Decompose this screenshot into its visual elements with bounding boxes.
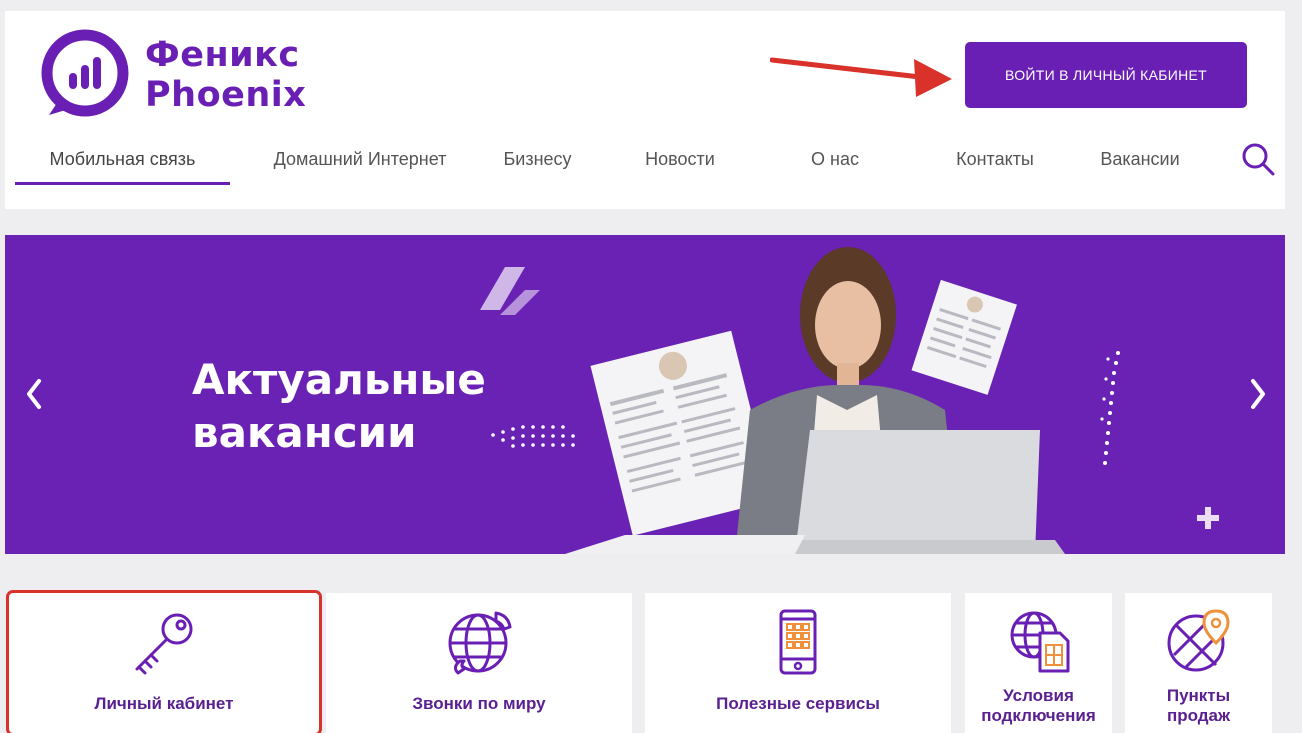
card-personal-account-label: Личный кабинет: [94, 694, 234, 713]
globe-sim-icon: [1010, 611, 1069, 673]
globe-phone-icon: [448, 611, 512, 675]
nav-item-vacancies[interactable]: Вакансии: [1090, 131, 1190, 185]
logo[interactable]: Феникс Phoenix: [41, 29, 341, 119]
nav-item-home-internet[interactable]: Домашний Интернет: [255, 131, 465, 185]
login-button[interactable]: ВОЙТИ В ЛИЧНЫЙ КАБИНЕТ: [965, 42, 1247, 108]
card-useful-services-label: Полезные сервисы: [716, 694, 880, 713]
slider-prev-icon[interactable]: [21, 377, 47, 411]
banner-title: Актуальные вакансии: [192, 353, 486, 459]
card-connection-terms-label: Условия подключения: [965, 686, 1112, 726]
logo-name-en: Phoenix: [145, 75, 307, 115]
banner-title-line2: вакансии: [192, 408, 417, 457]
site-header: Феникс Phoenix ВОЙТИ В ЛИЧНЫЙ КАБИНЕТ Мо…: [5, 11, 1285, 209]
card-sales-points[interactable]: Пункты продаж: [1125, 593, 1272, 733]
key-icon: [135, 613, 193, 675]
card-sales-points-line1: Пункты: [1166, 686, 1231, 705]
logo-mark-icon: [41, 29, 129, 117]
card-personal-account[interactable]: Личный кабинет: [6, 590, 322, 733]
card-world-calls-label: Звонки по миру: [412, 694, 546, 713]
quick-links: Личный кабинет Звонки по миру Полезные с…: [0, 585, 1302, 733]
card-world-calls[interactable]: Звонки по миру: [326, 593, 632, 733]
nav-item-news[interactable]: Новости: [625, 131, 735, 185]
card-sales-points-label: Пункты продаж: [1125, 686, 1272, 726]
nav-item-contacts[interactable]: Контакты: [940, 131, 1050, 185]
annotation-arrow-icon: [770, 57, 952, 97]
card-connection-terms[interactable]: Условия подключения: [965, 593, 1112, 733]
card-connection-terms-line2: подключения: [981, 706, 1096, 725]
logo-name-ru: Феникс: [145, 35, 300, 75]
map-pin-icon: [1167, 609, 1230, 672]
logo-text: Феникс Phoenix: [145, 35, 306, 115]
smartphone-apps-icon: [779, 609, 817, 675]
card-sales-points-line2: продаж: [1166, 706, 1231, 725]
search-icon[interactable]: [1240, 141, 1276, 177]
slider-next-icon[interactable]: [1245, 377, 1271, 411]
nav-item-business[interactable]: Бизнесу: [490, 131, 585, 185]
card-connection-terms-line1: Условия: [1003, 686, 1074, 705]
nav-item-mobile[interactable]: Мобильная связь: [15, 131, 230, 185]
hero-banner[interactable]: Актуальные вакансии: [5, 235, 1285, 554]
banner-title-line1: Актуальные: [192, 355, 486, 404]
card-useful-services[interactable]: Полезные сервисы: [645, 593, 951, 733]
nav-item-about[interactable]: О нас: [790, 131, 880, 185]
main-nav: Мобильная связь Домашний Интернет Бизнес…: [15, 131, 1275, 185]
